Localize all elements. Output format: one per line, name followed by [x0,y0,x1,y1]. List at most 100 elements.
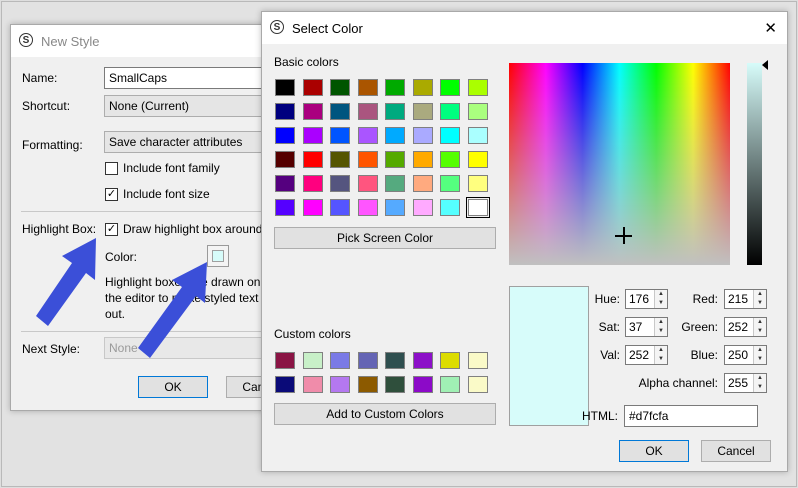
color-swatch[interactable] [412,103,433,120]
green-label: Green: [681,320,718,334]
color-swatch[interactable] [412,79,433,96]
color-swatch[interactable] [275,352,295,369]
color-swatch[interactable] [412,199,433,216]
slider-handle-icon[interactable] [762,60,768,70]
color-swatch[interactable] [302,352,323,369]
color-swatch[interactable] [330,199,350,216]
color-swatch[interactable] [385,103,405,120]
color-swatch[interactable] [302,376,323,393]
color-swatch[interactable] [412,127,433,144]
color-swatch[interactable] [275,127,295,144]
color-swatch[interactable] [412,175,433,192]
color-swatch[interactable] [385,199,405,216]
color-swatch[interactable] [385,175,405,192]
color-swatch[interactable] [357,352,378,369]
select-color-title: Select Color [292,21,363,36]
color-swatch[interactable] [440,79,460,96]
color-swatch[interactable] [440,376,460,393]
hue-spinbox[interactable]: 176 ▲ ▼ [625,289,668,309]
color-swatch[interactable] [275,103,295,120]
pick-screen-color-button[interactable]: Pick Screen Color [274,227,496,249]
red-label: Red: [692,292,718,306]
color-swatch[interactable] [412,352,433,369]
color-swatch[interactable] [357,175,378,192]
spin-arrows-icon[interactable]: ▲ ▼ [753,346,766,364]
select-color-dialog: S Select Color ✕ Basic colors Pick Scree… [261,11,788,472]
cancel-button[interactable]: Cancel [701,440,771,462]
color-swatch[interactable] [465,197,490,218]
color-swatch[interactable] [302,151,323,168]
color-swatch[interactable] [467,79,488,96]
val-spinbox[interactable]: 252 ▲ ▼ [625,345,668,365]
color-swatch[interactable] [330,103,350,120]
color-swatch[interactable] [357,151,378,168]
basic-colors-label: Basic colors [274,55,339,69]
crosshair-icon [623,227,625,244]
color-swatch[interactable] [440,175,460,192]
color-swatch[interactable] [467,175,488,192]
color-swatch[interactable] [467,127,488,144]
ok-button[interactable]: OK [619,440,689,462]
color-swatch[interactable] [357,103,378,120]
color-swatch[interactable] [412,376,433,393]
color-swatch[interactable] [357,79,378,96]
spin-arrows-icon[interactable]: ▲ ▼ [654,346,667,364]
color-swatch[interactable] [385,352,405,369]
color-swatch[interactable] [385,127,405,144]
spin-arrows-icon[interactable]: ▲ ▼ [753,318,766,336]
color-swatch[interactable] [467,376,488,393]
color-swatch[interactable] [330,127,350,144]
html-field[interactable]: #d7fcfa [624,405,758,427]
color-swatch[interactable] [330,376,350,393]
color-swatch[interactable] [275,79,295,96]
red-spinbox[interactable]: 215 ▲ ▼ [724,289,767,309]
color-swatch[interactable] [330,175,350,192]
color-swatch[interactable] [467,103,488,120]
color-swatch[interactable] [385,79,405,96]
arrow-to-checkbox-icon [36,238,96,326]
value-slider[interactable] [747,63,762,265]
blue-spinbox[interactable]: 250 ▲ ▼ [724,345,767,365]
color-swatch[interactable] [302,103,323,120]
color-swatch[interactable] [440,352,460,369]
sat-label: Sat: [598,320,620,334]
hue-value: 176 [629,292,650,306]
val-label: Val: [600,348,620,362]
color-swatch[interactable] [330,352,350,369]
color-swatch[interactable] [330,151,350,168]
alpha-spinbox[interactable]: 255 ▲ ▼ [724,373,767,393]
color-swatch[interactable] [357,127,378,144]
add-to-custom-colors-button[interactable]: Add to Custom Colors [274,403,496,425]
color-swatch[interactable] [357,199,378,216]
color-swatch[interactable] [302,127,323,144]
close-icon[interactable]: ✕ [764,19,777,37]
color-swatch[interactable] [302,79,323,96]
spin-arrows-icon[interactable]: ▲ ▼ [654,318,667,336]
color-swatch[interactable] [440,127,460,144]
color-spectrum[interactable] [509,63,730,265]
color-swatch[interactable] [412,151,433,168]
color-swatch[interactable] [440,103,460,120]
color-swatch[interactable] [302,199,323,216]
color-swatch[interactable] [330,79,350,96]
color-swatch[interactable] [357,376,378,393]
color-swatch[interactable] [385,376,405,393]
color-swatch[interactable] [385,151,405,168]
color-swatch[interactable] [467,151,488,168]
green-spinbox[interactable]: 252 ▲ ▼ [724,317,767,337]
color-swatch[interactable] [440,151,460,168]
color-swatch[interactable] [440,199,460,216]
color-swatch[interactable] [275,151,295,168]
app-icon: S [270,20,284,34]
spin-arrows-icon[interactable]: ▲ ▼ [753,290,766,308]
sat-spinbox[interactable]: 37 ▲ ▼ [625,317,668,337]
blue-label: Blue: [690,348,718,362]
current-color-preview [509,286,589,426]
color-swatch[interactable] [302,175,323,192]
color-swatch[interactable] [275,175,295,192]
spin-arrows-icon[interactable]: ▲ ▼ [753,374,766,392]
color-swatch[interactable] [275,199,295,216]
color-swatch[interactable] [467,352,488,369]
color-swatch[interactable] [275,376,295,393]
spin-arrows-icon[interactable]: ▲ ▼ [654,290,667,308]
